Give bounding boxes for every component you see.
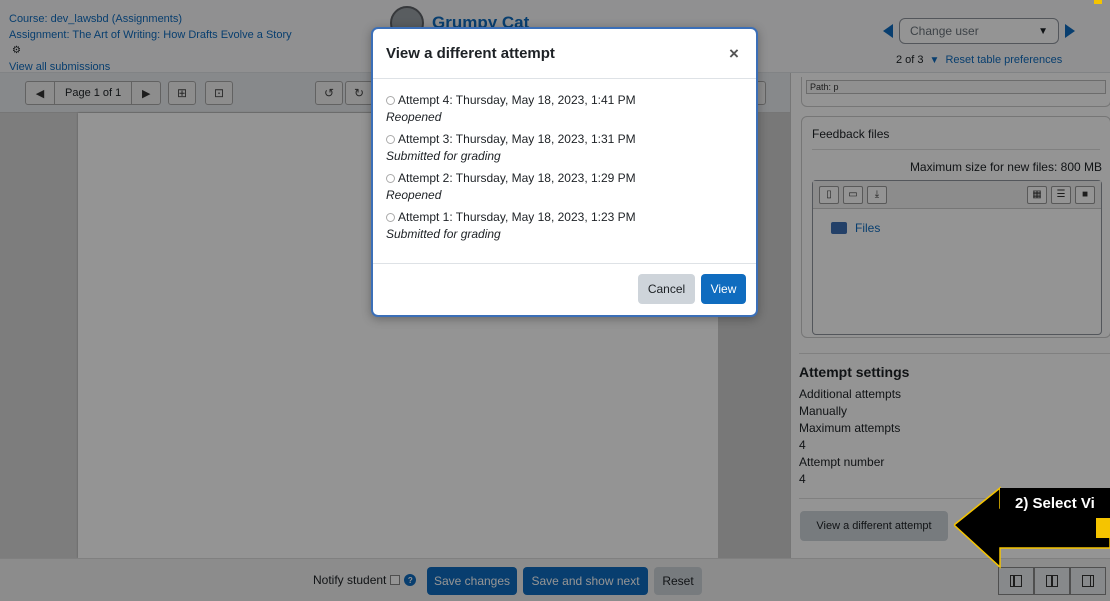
close-icon[interactable]: × bbox=[726, 44, 742, 64]
view-attempt-modal: View a different attempt × Attempt 4: Th… bbox=[371, 27, 758, 317]
modal-body: Attempt 4: Thursday, May 18, 2023, 1:41 … bbox=[373, 79, 756, 264]
attempt-row: Attempt 4: Thursday, May 18, 2023, 1:41 … bbox=[386, 92, 743, 109]
attempt-label: Attempt 2: Thursday, May 18, 2023, 1:29 … bbox=[398, 171, 636, 185]
attempt-radio[interactable] bbox=[386, 96, 395, 105]
modal-title: View a different attempt bbox=[386, 45, 555, 62]
attempt-option[interactable]: Attempt 1: Thursday, May 18, 2023, 1:23 … bbox=[386, 209, 743, 242]
modal-header: View a different attempt × bbox=[373, 29, 756, 79]
attempt-status: Reopened bbox=[386, 188, 442, 202]
attempt-radio[interactable] bbox=[386, 213, 395, 222]
attempt-option[interactable]: Attempt 2: Thursday, May 18, 2023, 1:29 … bbox=[386, 170, 743, 203]
annotation-accent bbox=[1096, 518, 1110, 538]
cancel-button[interactable]: Cancel bbox=[638, 274, 695, 304]
attempt-radio[interactable] bbox=[386, 174, 395, 183]
attempt-label: Attempt 3: Thursday, May 18, 2023, 1:31 … bbox=[398, 132, 636, 146]
attempt-row: Attempt 1: Thursday, May 18, 2023, 1:23 … bbox=[386, 209, 743, 226]
annotation-accent-top bbox=[1094, 0, 1102, 4]
attempt-status: Submitted for grading bbox=[386, 149, 501, 163]
attempt-status: Reopened bbox=[386, 110, 442, 124]
attempt-status: Submitted for grading bbox=[386, 227, 501, 241]
attempt-option[interactable]: Attempt 4: Thursday, May 18, 2023, 1:41 … bbox=[386, 92, 743, 125]
modal-footer: Cancel View bbox=[373, 264, 756, 316]
attempt-row: Attempt 2: Thursday, May 18, 2023, 1:29 … bbox=[386, 170, 743, 187]
attempt-option[interactable]: Attempt 3: Thursday, May 18, 2023, 1:31 … bbox=[386, 131, 743, 164]
view-button[interactable]: View bbox=[701, 274, 746, 304]
attempt-label: Attempt 4: Thursday, May 18, 2023, 1:41 … bbox=[398, 93, 636, 107]
attempt-radio[interactable] bbox=[386, 135, 395, 144]
grader-app: Course: dev_lawsbd (Assignments) Assignm… bbox=[0, 0, 1110, 601]
annotation-label: 2) Select Vi bbox=[1000, 488, 1110, 518]
attempt-row: Attempt 3: Thursday, May 18, 2023, 1:31 … bbox=[386, 131, 743, 148]
attempt-label: Attempt 1: Thursday, May 18, 2023, 1:23 … bbox=[398, 210, 636, 224]
